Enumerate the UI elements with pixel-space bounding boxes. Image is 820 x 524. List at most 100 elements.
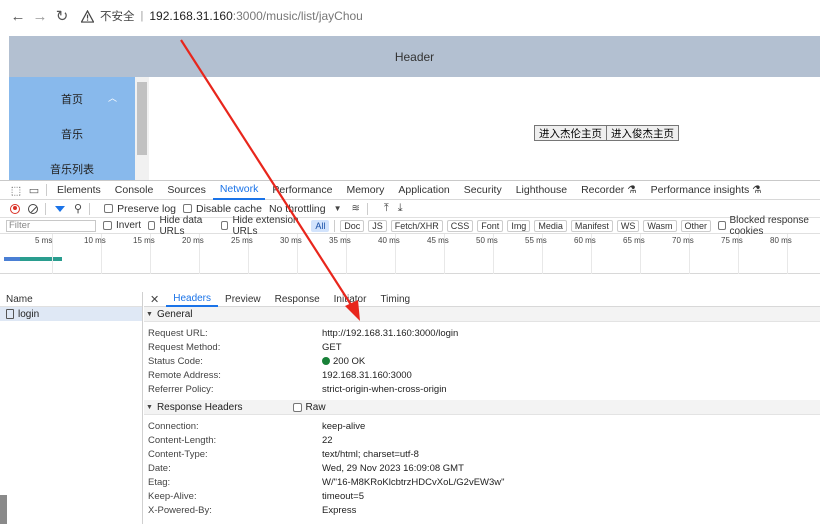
type-filter-other[interactable]: Other: [680, 219, 712, 232]
timeline-tick-label: 35 ms: [329, 236, 351, 245]
general-row: Referrer Policy: strict-origin-when-cross…: [144, 382, 820, 396]
preserve-log-label: Preserve log: [117, 202, 177, 215]
disable-cache-checkbox[interactable]: Disable cache: [183, 203, 262, 215]
inspect-element-icon[interactable]: ⬚: [9, 183, 23, 197]
general-section-header[interactable]: ▼ General: [144, 307, 820, 322]
checkbox-icon[interactable]: [221, 221, 229, 230]
jay-home-button[interactable]: 进入杰伦主页: [534, 125, 607, 141]
tab-preview[interactable]: Preview: [218, 292, 268, 307]
divider: [45, 202, 46, 215]
type-filter-wasm[interactable]: Wasm: [643, 219, 677, 232]
status-ok-icon: [322, 357, 330, 365]
checkbox-icon[interactable]: [103, 221, 113, 230]
filter-input[interactable]: Filter: [6, 219, 97, 232]
tab-elements[interactable]: Elements: [50, 181, 108, 200]
expand-triangle-icon[interactable]: ▼: [146, 404, 153, 411]
invert-checkbox[interactable]: Invert: [103, 220, 141, 231]
forward-arrow-icon[interactable]: →: [29, 5, 51, 27]
reload-icon[interactable]: ↻: [51, 5, 73, 27]
divider: [366, 202, 368, 215]
close-icon[interactable]: ✕: [150, 293, 159, 306]
back-arrow-icon[interactable]: ←: [7, 5, 29, 27]
tab-console[interactable]: Console: [108, 181, 161, 200]
checkbox-icon[interactable]: [292, 402, 302, 412]
type-filter-ws[interactable]: WS: [616, 219, 640, 232]
timeline-tick-label: 60 ms: [574, 236, 596, 245]
type-filter-font[interactable]: Font: [477, 219, 504, 232]
tab-memory[interactable]: Memory: [339, 181, 391, 200]
tab-application[interactable]: Application: [391, 181, 456, 200]
type-filter-doc[interactable]: Doc: [340, 219, 365, 232]
timeline-tick-label: 50 ms: [476, 236, 498, 245]
import-har-icon[interactable]: ⤒: [384, 202, 389, 215]
sidebar-scrollbar-thumb[interactable]: [137, 82, 147, 155]
chevron-up-icon[interactable]: ︿: [108, 91, 117, 104]
throttling-select[interactable]: No throttling: [269, 203, 326, 215]
tab-response[interactable]: Response: [268, 292, 327, 307]
network-conditions-icon[interactable]: ≋: [352, 203, 360, 214]
header-value: keep-alive: [322, 421, 366, 432]
tab-initiator[interactable]: Initiator: [327, 292, 374, 307]
response-header-row: X-Powered-By: Express: [144, 503, 820, 517]
general-title: General: [156, 308, 193, 320]
tab-sources[interactable]: Sources: [160, 181, 213, 200]
network-toolbar: ⚲ Preserve log Disable cache No throttli…: [0, 200, 820, 218]
filter-icon[interactable]: [55, 205, 65, 212]
expand-triangle-icon[interactable]: ▼: [146, 311, 153, 318]
header-key: Request URL:: [148, 328, 208, 339]
search-icon[interactable]: ⚲: [74, 202, 82, 215]
timeline-tick-label: 15 ms: [133, 236, 155, 245]
page-button-group: 进入杰伦主页 进入俊杰主页: [534, 125, 679, 141]
tab-security[interactable]: Security: [457, 181, 509, 200]
menu-item-music-list[interactable]: 音乐列表: [9, 161, 135, 177]
warning-icon[interactable]: [80, 9, 95, 23]
sidebar-menu: 首页 ︿ 音乐 音乐列表: [9, 77, 135, 180]
url-host: 192.168.31.160: [149, 9, 233, 23]
type-filter-img[interactable]: Img: [507, 219, 531, 232]
header-value: 200 OK: [322, 356, 365, 367]
header-key: Referrer Policy:: [148, 384, 214, 395]
request-list-scrollbar[interactable]: [0, 495, 7, 524]
browser-toolbar: ← → ↻ 不安全 | 192.168.31.160:3000/music/li…: [0, 0, 820, 32]
dropdown-caret-icon[interactable]: ▼: [334, 204, 342, 213]
response-header-row: Content-Type: text/html; charset=utf-8: [144, 447, 820, 461]
menu-item-music[interactable]: 音乐: [9, 126, 135, 142]
type-filter-media[interactable]: Media: [534, 219, 567, 232]
response-headers-section-header[interactable]: ▼ Response Headers Raw: [144, 400, 820, 415]
type-filter-js[interactable]: JS: [368, 219, 387, 232]
network-timeline-overview[interactable]: 5 ms 10 ms 15 ms 20 ms 25 ms 30 ms 35 ms 40 ms 4…: [0, 234, 820, 274]
type-filter-manifest[interactable]: Manifest: [570, 219, 613, 232]
timeline-tick-label: 75 ms: [721, 236, 743, 245]
tab-performance-insights[interactable]: Performance insights ⚗: [644, 181, 769, 200]
tab-performance[interactable]: Performance: [265, 181, 339, 200]
type-filter-fetch-xhr[interactable]: Fetch/XHR: [390, 219, 443, 232]
preserve-log-checkbox[interactable]: Preserve log: [104, 203, 176, 215]
divider: [334, 219, 336, 232]
export-har-icon[interactable]: ⤓: [398, 202, 403, 215]
tab-lighthouse[interactable]: Lighthouse: [509, 181, 574, 200]
clear-icon[interactable]: [28, 203, 38, 214]
header-value: Wed, 29 Nov 2023 16:09:08 GMT: [322, 463, 464, 474]
type-filter-all[interactable]: All: [311, 219, 330, 232]
checkbox-icon[interactable]: [104, 204, 114, 213]
device-toolbar-icon[interactable]: ▭: [27, 183, 41, 197]
tab-headers[interactable]: Headers: [166, 292, 219, 307]
request-row[interactable]: login: [0, 307, 142, 321]
name-column-header[interactable]: Name: [0, 292, 142, 307]
checkbox-icon[interactable]: [148, 221, 156, 230]
tab-timing[interactable]: Timing: [373, 292, 417, 307]
type-filter-css[interactable]: CSS: [446, 219, 474, 232]
request-name: login: [18, 308, 40, 320]
checkbox-icon[interactable]: [183, 204, 193, 213]
record-icon[interactable]: [10, 203, 20, 214]
tab-network[interactable]: Network: [212, 181, 266, 200]
checkbox-icon[interactable]: [718, 221, 726, 230]
tab-recorder[interactable]: Recorder ⚗: [574, 181, 644, 200]
junjie-home-button[interactable]: 进入俊杰主页: [607, 125, 679, 141]
response-header-row: Content-Length: 22: [144, 433, 820, 447]
header-key: Content-Length:: [148, 435, 217, 446]
header-value: 192.168.31.160:3000: [322, 370, 412, 381]
address-bar[interactable]: 不安全 | 192.168.31.160:3000/music/list/jay…: [80, 4, 363, 28]
header-key: Content-Type:: [148, 449, 208, 460]
raw-checkbox[interactable]: Raw: [292, 402, 326, 413]
